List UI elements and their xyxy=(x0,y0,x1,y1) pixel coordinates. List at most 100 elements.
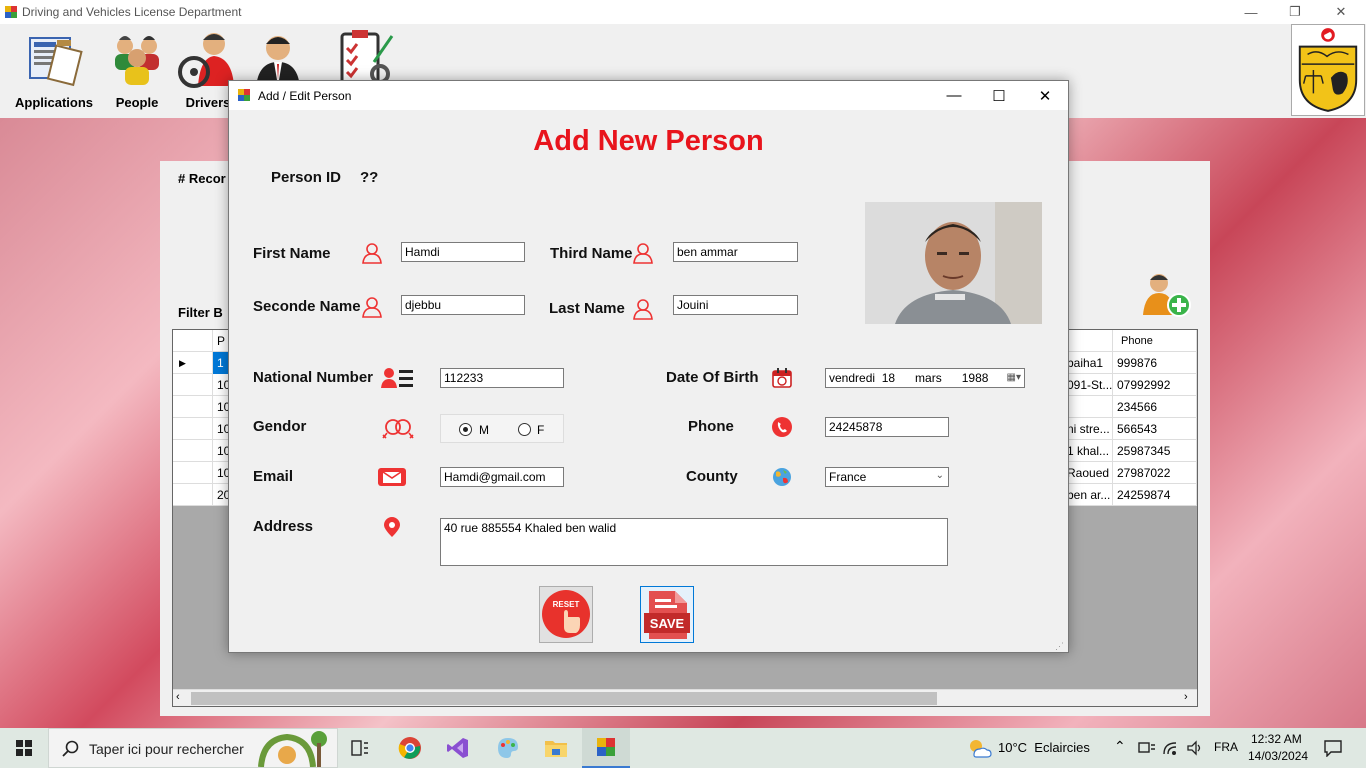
taskbar-paint[interactable] xyxy=(484,728,532,768)
clock-time[interactable]: 12:32 AM xyxy=(1251,732,1302,746)
dialog-heading: Add New Person xyxy=(533,125,764,157)
address-cell[interactable]: ben ar... xyxy=(1067,484,1113,506)
close-button[interactable]: ✕ xyxy=(1318,0,1364,24)
reset-button[interactable]: RESET xyxy=(539,586,593,643)
windows-icon xyxy=(16,740,32,756)
weather-icon[interactable] xyxy=(966,737,992,759)
clock-date[interactable]: 14/03/2024 xyxy=(1248,749,1308,763)
settings-checklist-icon xyxy=(340,30,394,86)
date-of-birth-label: Date Of Birth xyxy=(666,369,759,386)
task-view-icon xyxy=(351,740,368,756)
gender-icon xyxy=(382,419,414,439)
restore-button[interactable]: ❐ xyxy=(1272,0,1318,24)
date-of-birth-picker[interactable]: vendredi 18 mars 1988 ▦▾ xyxy=(825,368,1025,388)
dialog-close-button[interactable]: ✕ xyxy=(1022,81,1068,110)
country-select[interactable]: France ⌄ xyxy=(825,467,949,487)
first-name-field[interactable]: Hamdi xyxy=(401,242,525,262)
phone-field[interactable]: 24245878 xyxy=(825,417,949,437)
row-header-cell[interactable] xyxy=(173,374,213,396)
calendar-dropdown-icon[interactable]: ▦▾ xyxy=(1007,371,1021,385)
task-view-button[interactable] xyxy=(336,728,384,768)
scroll-thumb[interactable] xyxy=(191,692,937,705)
phone-cell[interactable]: 566543 xyxy=(1113,418,1197,440)
notifications-icon[interactable] xyxy=(1323,739,1343,757)
row-header-cell[interactable] xyxy=(173,418,213,440)
gender-f-label[interactable]: F xyxy=(537,423,544,437)
address-cell[interactable]: ni stre... xyxy=(1067,418,1113,440)
toolbar-people-label: People xyxy=(115,95,159,110)
address-cell[interactable] xyxy=(1067,396,1113,418)
app-icon xyxy=(5,6,17,18)
row-header-cell[interactable] xyxy=(173,396,213,418)
language-indicator[interactable]: FRA xyxy=(1214,740,1238,754)
resize-grip-icon[interactable]: ⋰ xyxy=(1055,641,1064,652)
calendar-icon xyxy=(772,368,792,388)
national-number-label: National Number xyxy=(253,369,374,386)
save-icon: SAVE xyxy=(644,591,690,639)
second-name-field[interactable]: djebbu xyxy=(401,295,525,315)
taskbar-search-box[interactable]: Taper ici pour rechercher xyxy=(48,728,338,768)
add-person-icon[interactable] xyxy=(1141,271,1195,319)
address-cell[interactable]: Raoued xyxy=(1067,462,1113,484)
taskbar-file-explorer[interactable] xyxy=(532,728,580,768)
toolbar-people[interactable]: People xyxy=(105,28,169,110)
toolbar-applications[interactable]: Applications xyxy=(10,28,98,110)
row-header-cell[interactable] xyxy=(173,484,213,506)
date-of-birth-value: vendredi 18 mars 1988 xyxy=(829,371,989,385)
phone-cell[interactable]: 24259874 xyxy=(1113,484,1197,506)
phone-cell[interactable]: 27987022 xyxy=(1113,462,1197,484)
gender-radio-group: M F xyxy=(440,414,564,443)
taskbar-dvld-app[interactable] xyxy=(582,728,630,768)
row-header-cell[interactable]: ▶ xyxy=(173,352,213,374)
second-name-label: Seconde Name xyxy=(253,298,361,315)
third-name-field[interactable]: ben ammar xyxy=(673,242,798,262)
minimize-button[interactable]: — xyxy=(1228,0,1274,24)
phone-cell[interactable]: 234566 xyxy=(1113,396,1197,418)
third-name-person-icon xyxy=(633,243,653,264)
email-field[interactable]: Hamdi@gmail.com xyxy=(440,467,564,487)
gender-label: Gendor xyxy=(253,418,307,435)
gender-m-radio-dot xyxy=(463,427,468,432)
grid-horizontal-scrollbar[interactable]: ‹ › xyxy=(173,689,1197,706)
wifi-icon[interactable] xyxy=(1162,740,1180,756)
national-number-field[interactable]: 112233 xyxy=(440,368,564,388)
network-adapter-icon[interactable] xyxy=(1138,741,1156,755)
dialog-titlebar: Add / Edit Person — ☐ ✕ xyxy=(229,81,1068,110)
main-window-title: Driving and Vehicles License Department xyxy=(22,5,242,19)
row-header-cell[interactable] xyxy=(173,462,213,484)
phone-cell[interactable]: 25987345 xyxy=(1113,440,1197,462)
taskbar: Taper ici pour rechercher 10°C Eclaircie… xyxy=(0,728,1366,768)
chevron-down-icon[interactable]: ⌄ xyxy=(936,469,944,483)
address-cell[interactable]: 1 khal... xyxy=(1067,440,1113,462)
address-field[interactable]: 40 rue 885554 Khaled ben walid xyxy=(440,518,948,566)
person-id-value: ?? xyxy=(360,169,379,186)
start-button[interactable] xyxy=(0,728,48,768)
gender-m-label[interactable]: M xyxy=(479,423,489,437)
address-cell[interactable]: baiha1 xyxy=(1067,352,1113,374)
dialog-maximize-button[interactable]: ☐ xyxy=(976,81,1022,110)
dialog-app-icon xyxy=(238,89,250,101)
grid-header-phone[interactable]: Phone xyxy=(1113,330,1197,352)
phone-cell[interactable]: 07992992 xyxy=(1113,374,1197,396)
save-button[interactable]: SAVE xyxy=(640,586,694,643)
person-photo[interactable] xyxy=(865,202,1042,324)
taskbar-visual-studio[interactable] xyxy=(434,728,482,768)
person-id-label: Person ID xyxy=(271,169,342,186)
weather-text[interactable]: 10°C Eclaircies xyxy=(998,740,1090,755)
gender-f-radio[interactable] xyxy=(518,423,531,436)
scroll-left-icon[interactable]: ‹ xyxy=(176,691,180,703)
save-button-label: SAVE xyxy=(650,616,685,631)
address-cell[interactable]: 091-St... xyxy=(1067,374,1113,396)
volume-icon[interactable] xyxy=(1186,740,1204,756)
records-label: # Recor xyxy=(178,171,226,186)
last-name-field[interactable]: Jouini xyxy=(673,295,798,315)
dvld-app-icon xyxy=(597,738,615,756)
show-hidden-icons-icon[interactable]: ⌃ xyxy=(1114,738,1126,755)
dialog-minimize-button[interactable]: — xyxy=(931,81,977,110)
chrome-icon xyxy=(398,737,421,759)
gender-m-radio[interactable] xyxy=(459,423,472,436)
row-header-cell[interactable] xyxy=(173,440,213,462)
phone-cell[interactable]: 999876 xyxy=(1113,352,1197,374)
scroll-right-icon[interactable]: › xyxy=(1184,691,1188,703)
taskbar-chrome[interactable] xyxy=(386,728,434,768)
